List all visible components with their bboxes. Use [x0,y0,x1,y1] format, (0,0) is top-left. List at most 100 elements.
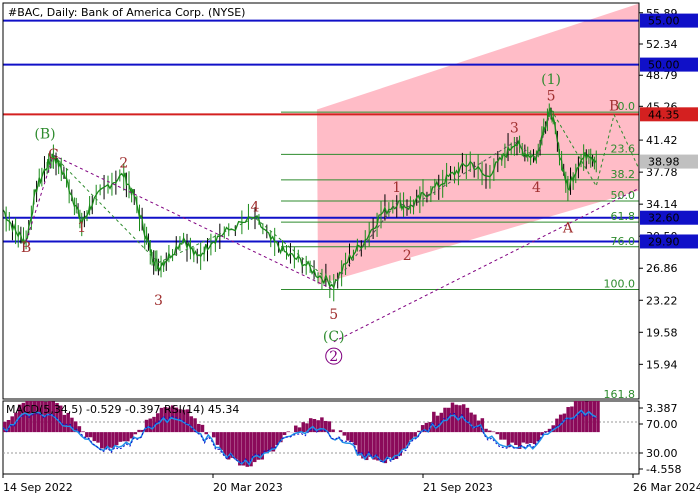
macd-histogram-bar [114,432,119,446]
macd-histogram-bar [450,402,455,433]
macd-histogram-bar [525,432,529,444]
chart-svg: 0.023.638.250.061.876.0100.0161.8 (B)CB1… [0,0,700,500]
y-tick-label-4: 41.42 [646,134,678,147]
macd-histogram-bar [282,432,287,436]
macd-histogram-bar [346,432,350,441]
macd-histogram-bar [342,432,347,436]
macd-histogram-bar [529,432,533,444]
sub-tick-label-1: 70.00 [646,418,678,431]
indicator-label: MACD(5,34,5) -0.529 -0.397 RSI(14) 45.34 [6,403,239,416]
wave-label-4: 2 [119,156,128,172]
sub-tick-label-0: 3.387 [646,402,678,415]
macd-histogram-bar [521,432,526,443]
chart-title: #BAC, Daily: Bank of America Corp. (NYSE… [8,6,245,19]
wave-label-7: 5 [329,307,338,323]
wave-label-17: B [609,98,619,114]
macd-histogram-bar [133,432,138,435]
macd-histogram-bar [484,428,488,433]
macd-histogram-bar [92,432,97,442]
level-badge-0-text: 55.00 [648,15,680,28]
macd-histogram-bar [204,432,208,435]
macd-histogram-bar [294,425,298,433]
wave-label-5: 3 [154,293,163,309]
level-badge-4-text: 29.90 [648,235,680,248]
wave-label-15: 5 [547,89,556,105]
y-tick-label-6: 34.14 [646,198,678,211]
y-tick-label-10: 19.58 [646,326,678,339]
y-tick-label-8: 26.86 [646,262,678,275]
macd-histogram-bar [566,407,570,433]
macd-histogram-bar [96,432,100,443]
macd-histogram-bar [189,416,194,433]
macd-histogram-bar [555,418,559,433]
wave-label-1: C [48,147,59,163]
sub-tick-label-3: -4.558 [646,463,681,476]
fib-label-0: 0.0 [618,100,636,113]
fib-label-5: 76.0 [611,235,636,248]
macd-histogram-bar [144,419,149,433]
macd-histogram-bar [469,412,473,433]
wave-label-6: 4 [251,200,260,216]
fib-label-6: 100.0 [604,277,636,290]
macd-histogram-bar [473,414,477,433]
macd-histogram-bar [81,431,85,433]
macd-histogram-bar [122,432,126,442]
macd-histogram-bar [100,432,104,449]
level-badge-1-text: 50.00 [648,59,680,72]
macd-histogram-bar [126,432,130,442]
wave-label-0: (B) [34,127,55,143]
x-tick-label-0: 14 Sep 2022 [3,481,73,494]
wave-label-16: A [562,221,574,237]
macd-histogram-bar [596,401,600,433]
macd-histogram-bar [62,414,67,433]
macd-histogram-bar [264,432,268,453]
wave-label-12: 3 [510,120,519,136]
macd-histogram-bar [200,424,205,433]
wave-label-14: (1) [541,72,561,88]
sub-tick-label-2: 30.00 [646,447,678,460]
macd-histogram-bar [88,432,93,438]
macd-histogram-bar [465,407,470,433]
macd-histogram-bar [536,432,541,442]
wave-label-13: 4 [532,180,541,196]
macd-histogram-bar [532,432,537,445]
macd-histogram-bar [502,432,507,440]
macd-histogram-bar [488,430,492,433]
macd-histogram-bar [413,432,417,437]
x-tick-label-2: 21 Sep 2023 [423,481,493,494]
y-tick-label-1: 52.34 [646,38,678,51]
macd-histogram-bar [499,432,503,440]
macd-histogram-bar [238,432,242,466]
wave-label-10: 1 [392,180,401,196]
level-badge-3-text: 32.60 [648,212,680,225]
wave-label-8: (C) [323,329,345,345]
macd-histogram-bar [137,429,141,433]
macd-histogram-bar [286,431,291,433]
wave-label-2: B [21,240,31,256]
macd-histogram-bar [211,432,216,438]
macd-histogram-bar [197,423,201,433]
macd-histogram-bar [387,432,391,458]
macd-histogram-bar [107,432,111,448]
macd-histogram-bar [514,432,518,445]
macd-histogram-bar [215,432,220,445]
macd-histogram-bar [432,411,436,433]
macd-histogram-bar [379,432,384,462]
chart-root: 0.0 23.6 38.2 50.0 61.8 76.0 100.0 161.8 (B) C B 1… [0,0,700,500]
macd-histogram-bar [85,432,89,438]
macd-histogram-bar [495,432,500,435]
fib-label-3: 50.0 [611,189,636,202]
wave-label-11: 2 [403,248,412,264]
macd-histogram-bar [402,432,406,450]
macd-histogram-bar [234,432,238,460]
macd-histogram-bar [510,432,514,443]
macd-histogram-bar [349,432,354,443]
macd-histogram-bar [327,421,332,433]
level-badge-2-text: 44.35 [648,108,680,121]
wave-label-3: 1 [77,220,86,236]
macd-histogram-bar [338,430,343,433]
fib-label-4: 61.8 [611,210,636,223]
macd-histogram-bar [223,432,227,456]
y-tick-label-9: 23.22 [646,294,678,307]
macd-histogram-bar [148,418,153,433]
